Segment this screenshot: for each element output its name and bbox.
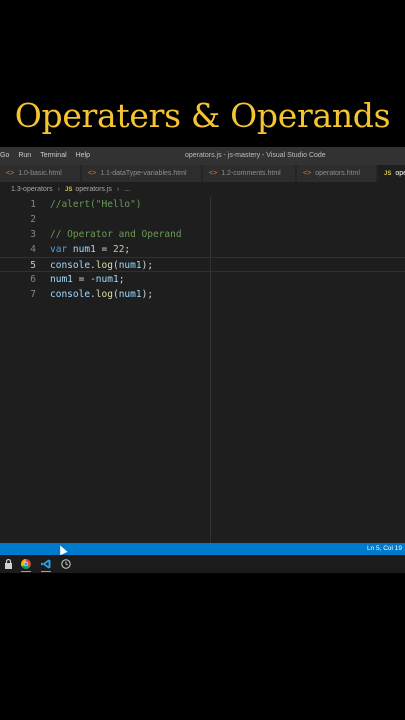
code-line[interactable]: 6 num1 = -num1; [0,272,405,287]
tab-label: 1.1-dataType-variables.html [100,170,187,177]
chevron-right-icon: › [116,186,120,193]
code-editor[interactable]: 1 //alert("Hello") 2 3 // Operator and O… [0,197,405,543]
menu-bar: Go Run Terminal Help [0,152,90,159]
title-bar: Go Run Terminal Help operators.js - js-m… [0,147,405,165]
js-file-icon: JS [384,170,392,177]
code-function: log [95,260,113,271]
menu-help[interactable]: Help [76,152,90,159]
menu-terminal[interactable]: Terminal [40,152,66,159]
window-title: operators.js - js-mastery - Visual Studi… [185,152,326,159]
tab-operators-html[interactable]: <> operators.html [297,165,377,182]
code-punct: ; [147,260,154,271]
tab-operators-js[interactable]: JS ope [378,165,405,182]
cursor-position[interactable]: Ln 5, Col 19 [367,545,402,552]
html-file-icon: <> [88,170,97,177]
code-operator: = [95,244,113,255]
lock-icon[interactable] [0,557,16,571]
line-number: 3 [30,229,36,240]
video-title: Operaters & Operands [14,96,391,135]
tab-comments-html[interactable]: <> 1.2-comments.html [203,165,296,182]
tab-label: ope [395,170,405,177]
html-file-icon: <> [303,170,312,177]
code-line[interactable]: 2 [0,212,405,227]
line-number: 5 [30,260,36,271]
js-file-icon: JS [64,186,73,193]
code-punct: ; [118,274,125,285]
code-keyword: var [50,244,68,255]
breadcrumb: 1.3-operators › JS operators.js › ... [0,182,405,197]
chrome-icon[interactable] [18,557,34,572]
vscode-window: Go Run Terminal Help operators.js - js-m… [0,147,405,573]
code-comment: // Operator and Operand [50,229,182,240]
tab-basic-html[interactable]: <> 1.0-basic.html [0,165,81,182]
code-object: console [50,289,91,300]
line-number: 4 [30,244,36,255]
line-number: 1 [30,199,36,210]
breadcrumb-more[interactable]: ... [124,186,130,193]
chevron-right-icon: › [57,186,60,193]
code-variable: num1 [95,274,119,285]
line-number: 2 [30,214,36,225]
line-number: 7 [30,289,36,300]
code-operator: = [72,274,91,285]
tab-label: operators.html [315,170,360,177]
code-object: console [50,260,91,271]
menu-run[interactable]: Run [18,152,31,159]
html-file-icon: <> [6,170,15,177]
code-line[interactable]: 4 var num1 = 22; [0,242,405,257]
breadcrumb-file[interactable]: operators.js [75,186,112,193]
code-variable: num1 [118,289,142,300]
code-punct: ; [124,244,131,255]
code-number: 22 [112,244,125,255]
code-variable: num1 [50,274,73,285]
code-function: log [95,289,113,300]
code-punct: ; [147,289,154,300]
html-file-icon: <> [209,170,218,177]
code-variable: num1 [72,244,96,255]
breadcrumb-folder[interactable]: 1.3-operators [11,186,53,193]
tab-label: 1.2-comments.html [221,170,281,177]
code-line-current[interactable]: 5 console.log(num1); [0,257,405,272]
editor-tabs: <> 1.0-basic.html <> 1.1-dataType-variab… [0,165,405,182]
code-comment: //alert("Hello") [50,199,142,210]
menu-go[interactable]: Go [0,152,9,159]
tab-datatype-variables-html[interactable]: <> 1.1-dataType-variables.html [82,165,202,182]
tab-label: 1.0-basic.html [18,170,62,177]
vscode-icon[interactable] [38,557,54,572]
code-variable: num1 [118,260,142,271]
line-number: 6 [30,274,36,285]
code-line[interactable]: 3 // Operator and Operand [0,227,405,242]
code-line[interactable]: 7 console.log(num1); [0,287,405,302]
taskbar [0,555,405,573]
clock-icon[interactable] [58,557,74,571]
code-line[interactable]: 1 //alert("Hello") [0,197,405,212]
